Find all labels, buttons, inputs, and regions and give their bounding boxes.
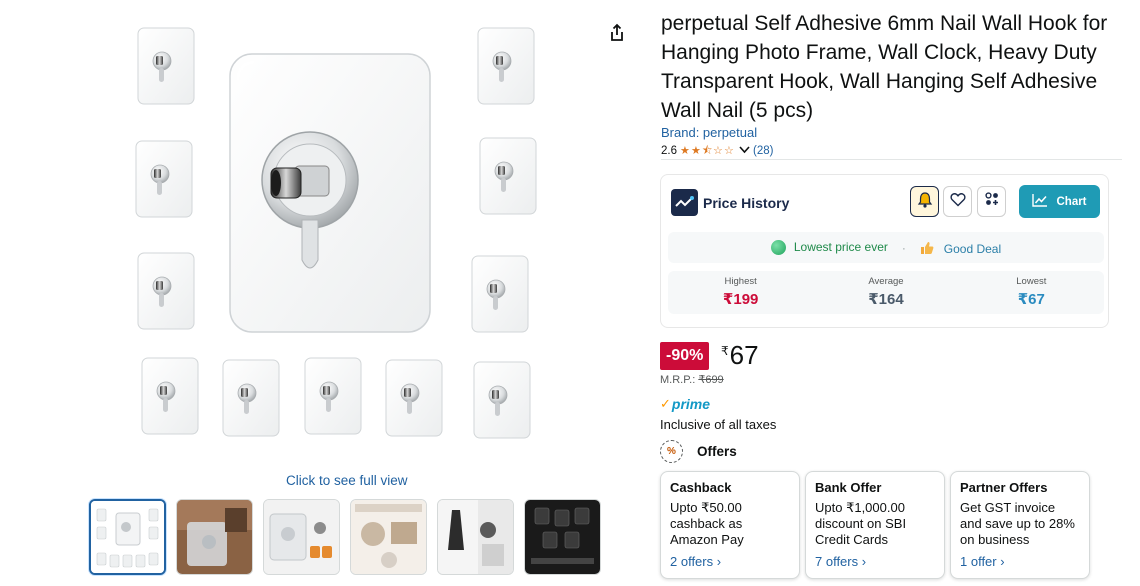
stat-lowest: Lowest ₹67 xyxy=(959,271,1104,314)
offer-body: Get GST invoice and save up to 28% on bu… xyxy=(960,500,1075,547)
thumbnail-2[interactable] xyxy=(176,499,253,575)
offer-cards: Cashback Upto ₹50.00 cashback as Amazon … xyxy=(660,471,1090,579)
offers-title: Offers xyxy=(697,444,737,459)
prime-check-icon: ✓ xyxy=(660,396,671,411)
line-chart-icon xyxy=(1032,193,1048,210)
offer-link[interactable]: 1 offer › xyxy=(960,554,1080,569)
price-history-logo-icon xyxy=(671,189,698,216)
rating-count-link[interactable]: (28) xyxy=(753,145,773,157)
stat-label: Average xyxy=(868,276,904,287)
svg-text:★: ★ xyxy=(680,144,690,155)
prime-badge: ✓ prime xyxy=(660,396,710,412)
offers-percent-icon: % xyxy=(660,440,683,463)
mrp-label: M.R.P.: xyxy=(660,374,696,386)
price-alert-bell-button[interactable] xyxy=(910,186,939,217)
green-dot-icon xyxy=(770,240,786,256)
price: ₹ 67 xyxy=(721,340,759,370)
thumbnail-6[interactable] xyxy=(524,499,601,575)
thumbnail-strip xyxy=(89,499,601,575)
click-to-see-full-view-link[interactable]: Click to see full view xyxy=(286,473,408,488)
stat-label: Lowest xyxy=(1016,276,1047,287)
star-rating-icon[interactable]: ★ ★ ⯪ ☆ ☆ xyxy=(680,144,736,158)
offer-link[interactable]: 2 offers › xyxy=(670,554,790,569)
currency-symbol: ₹ xyxy=(721,344,729,358)
stat-value: ₹67 xyxy=(1017,291,1045,308)
stat-average: Average ₹164 xyxy=(813,271,958,314)
brand-link[interactable]: Brand: perpetual xyxy=(661,125,757,140)
svg-text:☆: ☆ xyxy=(713,144,723,155)
discount-badge: -90% xyxy=(660,342,710,370)
wishlist-heart-button[interactable] xyxy=(943,186,972,217)
svg-text:★: ★ xyxy=(691,144,701,155)
mrp-value: ₹699 xyxy=(698,374,724,386)
divider xyxy=(661,159,1122,160)
main-product-image[interactable] xyxy=(130,20,550,450)
thumbnail-4[interactable] xyxy=(350,499,427,575)
thumbs-up-icon xyxy=(920,240,938,256)
price-badges: Lowest price ever · Good Deal xyxy=(668,232,1104,263)
thumbnail-1[interactable] xyxy=(89,499,166,575)
good-deal-badge: Good Deal xyxy=(920,240,1001,256)
thumbnail-5[interactable] xyxy=(437,499,514,575)
price-history-widget: Price History Chart Lowest price ever · … xyxy=(660,174,1109,328)
rating-row: 2.6 ★ ★ ⯪ ☆ ☆ (28) xyxy=(661,144,773,158)
offer-body: Upto ₹50.00 cashback as Amazon Pay Balan… xyxy=(670,500,744,547)
chart-button-label: Chart xyxy=(1056,195,1087,208)
offer-heading: Cashback xyxy=(670,480,732,495)
offer-body: Upto ₹1,000.00 discount on SBI Credit Ca… xyxy=(815,500,907,547)
product-title: perpetual Self Adhesive 6mm Nail Wall Ho… xyxy=(661,12,1108,122)
offer-link[interactable]: 7 offers › xyxy=(815,554,935,569)
svg-text:☆: ☆ xyxy=(724,144,734,155)
taxes-note: Inclusive of all taxes xyxy=(660,417,777,432)
offer-heading: Bank Offer xyxy=(815,480,882,495)
offer-card-bank-offer[interactable]: Bank Offer Upto ₹1,000.00 discount on SB… xyxy=(805,471,945,579)
offers-header: % Offers xyxy=(660,440,737,463)
chevron-down-icon[interactable] xyxy=(739,145,750,157)
thumbnail-3[interactable] xyxy=(263,499,340,575)
rating-value: 2.6 xyxy=(661,145,677,157)
price-amount: 67 xyxy=(729,340,759,370)
svg-text:⯪: ⯪ xyxy=(702,144,712,155)
offer-card-partner-offers[interactable]: Partner Offers Get GST invoice and save … xyxy=(950,471,1090,579)
prime-label: prime xyxy=(671,396,711,412)
chart-button[interactable]: Chart xyxy=(1019,185,1100,218)
stat-value: ₹164 xyxy=(868,291,904,308)
stat-highest: Highest ₹199 xyxy=(668,271,813,314)
offer-card-cashback[interactable]: Cashback Upto ₹50.00 cashback as Amazon … xyxy=(660,471,800,579)
offer-heading: Partner Offers xyxy=(960,480,1048,495)
price-history-title: Price History xyxy=(703,195,790,211)
more-apps-button[interactable] xyxy=(977,186,1006,217)
bell-icon xyxy=(917,191,933,213)
stat-value: ₹199 xyxy=(722,291,759,308)
badge-separator: · xyxy=(901,240,906,255)
mrp: M.R.P.: ₹699 xyxy=(660,373,724,386)
apps-grid-icon xyxy=(984,192,999,211)
share-icon[interactable] xyxy=(606,22,628,44)
stat-label: Highest xyxy=(724,276,757,287)
lowest-price-badge: Lowest price ever xyxy=(770,240,888,256)
price-stats: Highest ₹199 Average ₹164 Lowest ₹67 xyxy=(668,271,1104,314)
heart-icon xyxy=(949,192,966,212)
